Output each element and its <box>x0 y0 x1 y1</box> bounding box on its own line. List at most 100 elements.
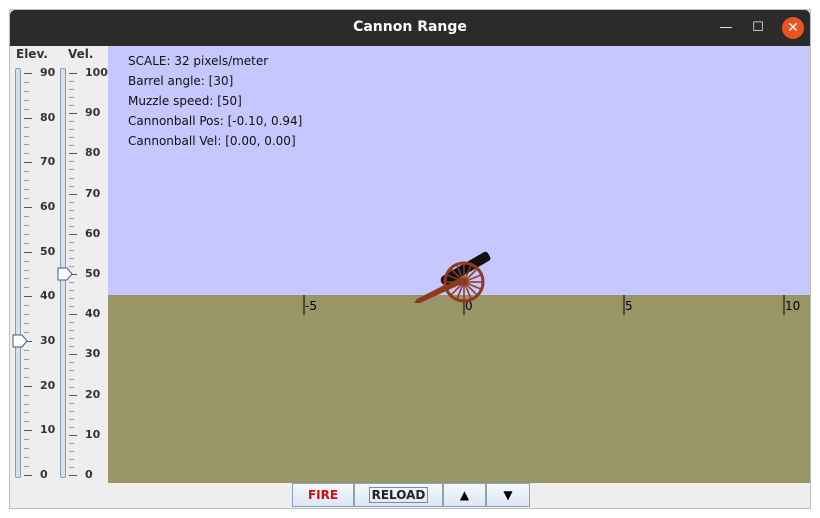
velocity-tick <box>69 193 77 195</box>
axis-tick-label: 10 <box>785 299 800 313</box>
velocity-tick <box>69 249 74 251</box>
velocity-tick <box>69 434 77 436</box>
elevation-tick <box>24 189 29 191</box>
velocity-tick <box>69 475 77 476</box>
minimize-icon[interactable]: — <box>715 17 737 39</box>
elevation-tick <box>24 251 32 253</box>
axis-tick-label: -5 <box>305 299 317 313</box>
fire-button[interactable]: FIRE <box>292 483 354 507</box>
scene: -5 0 5 10 <box>303 251 800 315</box>
velocity-tick-label: 60 <box>85 226 101 240</box>
velocity-tick <box>69 257 74 259</box>
elevation-tick <box>24 358 29 360</box>
elevation-tick <box>24 278 29 280</box>
velocity-tick <box>69 298 74 300</box>
elevation-tick <box>24 305 29 307</box>
elevation-tick <box>24 233 29 235</box>
velocity-tick <box>69 185 74 187</box>
velocity-tick <box>69 113 77 115</box>
velocity-tick <box>69 73 77 74</box>
elevation-tick-label: 30 <box>40 334 56 347</box>
elevation-tick <box>24 394 29 396</box>
velocity-tick <box>69 322 74 324</box>
elevation-tick <box>24 403 29 405</box>
elevation-tick <box>24 296 32 298</box>
window-title: Cannon Range <box>353 19 467 35</box>
elevation-tick <box>24 153 29 155</box>
elevation-tick <box>24 144 29 146</box>
elevation-tick <box>24 332 29 334</box>
elevation-tick <box>24 475 32 476</box>
velocity-tick <box>69 105 74 107</box>
elevation-tick <box>24 171 29 173</box>
elevation-tick <box>24 81 29 83</box>
axis-tick-label: 5 <box>625 299 633 313</box>
elevation-slider-thumb[interactable] <box>12 334 28 348</box>
elevation-tick <box>24 412 29 414</box>
velocity-tick <box>69 450 74 452</box>
elevation-tick <box>24 242 29 244</box>
velocity-tick-label: 20 <box>85 387 101 401</box>
reload-button[interactable]: RELOAD <box>354 483 443 507</box>
elevation-tick <box>24 99 29 101</box>
velocity-tick-label: 80 <box>85 146 101 160</box>
elevation-tick <box>24 367 29 369</box>
elevation-tick <box>24 385 32 387</box>
velocity-tick <box>69 225 74 227</box>
elevation-slider-track[interactable] <box>15 68 21 478</box>
velocity-tick <box>69 241 74 243</box>
velocity-tick <box>69 338 74 340</box>
elevation-tick <box>24 224 29 226</box>
elevation-tick <box>24 349 29 351</box>
velocity-tick <box>69 354 77 356</box>
lower-button[interactable]: ▼ <box>486 483 530 507</box>
velocity-tick <box>69 97 74 99</box>
raise-button[interactable]: ▲ <box>443 483 486 507</box>
elevation-tick <box>24 207 32 208</box>
velocity-tick <box>69 153 77 155</box>
elevation-label: Elev. <box>16 47 48 61</box>
velocity-tick <box>69 386 74 388</box>
velocity-tick-label: 50 <box>85 267 101 280</box>
velocity-tick <box>69 89 74 91</box>
elevation-tick <box>24 439 29 441</box>
elevation-tick-label: 90 <box>40 66 56 79</box>
elevation-tick <box>24 376 29 378</box>
elevation-tick-label: 10 <box>40 423 56 437</box>
velocity-tick-label: 40 <box>85 307 101 321</box>
elevation-tick <box>24 448 29 450</box>
velocity-tick-label: 90 <box>85 106 101 120</box>
cannon <box>414 251 491 303</box>
velocity-tick <box>69 370 74 372</box>
maximize-icon[interactable]: ☐ <box>747 17 769 39</box>
elevation-tick-label: 60 <box>40 200 56 213</box>
elevation-tick <box>24 73 32 74</box>
velocity-tick <box>69 306 74 308</box>
close-icon[interactable]: ✕ <box>782 17 804 39</box>
elevation-tick <box>24 314 29 316</box>
elevation-tick-label: 20 <box>40 378 56 392</box>
velocity-label: Vel. <box>68 47 94 61</box>
elevation-tick <box>24 260 29 262</box>
velocity-tick <box>69 314 77 316</box>
elevation-tick <box>24 287 29 289</box>
velocity-tick <box>69 426 74 428</box>
elevation-tick <box>24 90 29 92</box>
elevation-tick-label: 0 <box>40 468 48 481</box>
velocity-tick-label: 70 <box>85 186 101 200</box>
velocity-tick <box>69 81 74 83</box>
velocity-slider-thumb[interactable] <box>57 267 73 281</box>
elevation-tick <box>24 198 29 200</box>
reload-label: RELOAD <box>368 487 429 503</box>
elevation-tick <box>24 323 29 325</box>
simulation-canvas: SCALE: 32 pixels/meter Barrel angle: [30… <box>108 46 810 483</box>
velocity-tick <box>69 346 74 348</box>
velocity-tick <box>69 458 74 460</box>
title-bar: Cannon Range — ☐ ✕ <box>10 10 810 46</box>
elevation-tick-label: 40 <box>40 289 56 303</box>
velocity-tick <box>69 394 77 396</box>
velocity-tick <box>69 169 74 171</box>
elevation-tick <box>24 126 29 128</box>
velocity-tick-label: 10 <box>85 427 101 441</box>
elevation-tick <box>24 457 29 459</box>
